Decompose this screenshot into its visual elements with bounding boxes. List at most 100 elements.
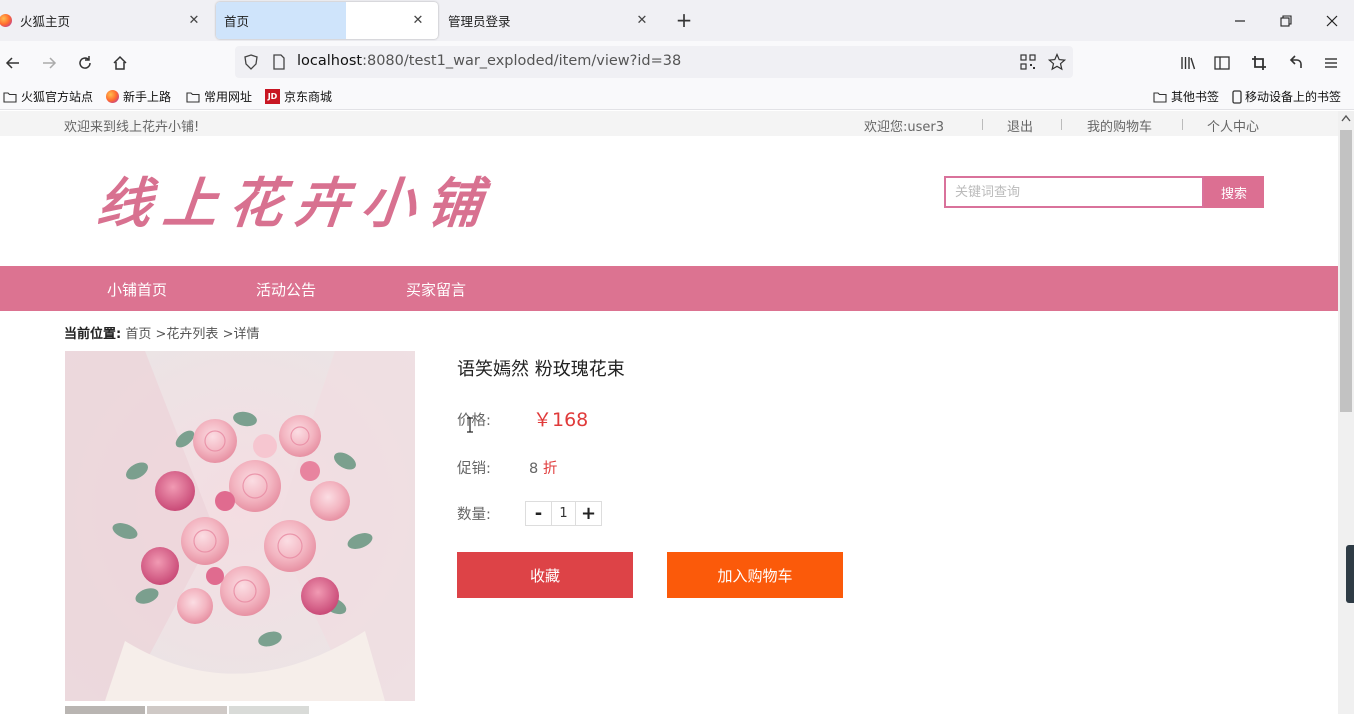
user-greeting: 欢迎您:user3 [864, 120, 945, 135]
menu-icon[interactable] [1320, 52, 1342, 74]
search-button[interactable]: 搜索 [1204, 176, 1264, 208]
breadcrumb-separator: > [155, 327, 167, 342]
product-name: 语笑嫣然 粉玫瑰花束 [457, 359, 625, 380]
bookmark-label: 移动设备上的书签 [1245, 90, 1342, 104]
menu-item-announcements[interactable]: 活动公告 [256, 279, 316, 300]
thumbnail[interactable] [65, 706, 145, 714]
breadcrumb-home[interactable]: 首页 [125, 327, 151, 342]
add-to-cart-button[interactable]: 加入购物车 [667, 552, 843, 598]
star-icon[interactable] [1048, 53, 1066, 71]
bookmark-jd-mall[interactable]: JD 京东商城 [265, 88, 332, 105]
mobile-device-icon [1232, 89, 1242, 104]
quantity-increase-button[interactable]: + [576, 502, 601, 525]
promo-number: 8 [529, 461, 539, 477]
quantity-stepper: - 1 + [525, 501, 602, 526]
tab-title: 首页 [224, 14, 250, 29]
url-text[interactable]: localhost:8080/test1_war_exploded/item/v… [297, 53, 681, 69]
bookmark-label: 其他书签 [1171, 90, 1220, 104]
menu-item-messages[interactable]: 买家留言 [406, 279, 466, 300]
tab-home-active[interactable]: 首页 ✕ [216, 2, 438, 39]
shield-icon[interactable] [243, 54, 259, 70]
menu-item-home[interactable]: 小铺首页 [107, 279, 167, 300]
minimize-button[interactable] [1217, 0, 1263, 41]
close-icon[interactable]: ✕ [408, 10, 428, 30]
scrollbar-thumb[interactable] [1340, 130, 1352, 412]
main-menu: 小铺首页 活动公告 买家留言 [0, 266, 1338, 311]
breadcrumb-list[interactable]: 花卉列表 [166, 327, 218, 342]
reload-icon [79, 56, 91, 69]
reload-button[interactable] [74, 52, 96, 74]
firefox-icon [106, 90, 119, 103]
logout-link[interactable]: 退出 [1007, 116, 1033, 135]
bookmark-getting-started[interactable]: 新手上路 [106, 88, 171, 105]
search-box[interactable] [944, 176, 1204, 208]
site-logo[interactable]: 线上花卉小铺 [94, 159, 498, 238]
bookmark-mobile[interactable]: 移动设备上的书签 [1232, 88, 1341, 105]
welcome-text: 欢迎来到线上花卉小铺! [64, 120, 200, 135]
bookmark-common-sites[interactable]: 常用网址 [186, 88, 252, 105]
quantity-decrease-button[interactable]: - [526, 502, 551, 525]
browser-tab-bar: 火狐主页 ✕ 首页 ✕ 管理员登录 ✕ + [0, 0, 1354, 41]
divider [1061, 119, 1062, 130]
library-icon[interactable] [1177, 52, 1199, 74]
side-panel-handle[interactable] [1346, 545, 1354, 603]
firefox-icon [0, 14, 12, 27]
close-icon [1326, 15, 1338, 26]
text-cursor-icon [466, 417, 474, 433]
tab-title: 火狐主页 [20, 14, 71, 29]
back-button[interactable] [2, 52, 24, 74]
tab-admin-login[interactable]: 管理员登录 ✕ [440, 2, 662, 39]
tab-firefox-home[interactable]: 火狐主页 ✕ [0, 2, 214, 39]
url-bar[interactable]: localhost:8080/test1_war_exploded/item/v… [235, 46, 1073, 78]
home-button[interactable] [109, 52, 131, 74]
crop-icon[interactable] [1248, 52, 1270, 74]
folder-icon [1153, 91, 1167, 103]
close-icon[interactable]: ✕ [632, 10, 652, 30]
breadcrumb-detail: 详情 [233, 327, 260, 342]
divider [1182, 119, 1183, 130]
chevron-up-icon[interactable] [1341, 114, 1351, 122]
tab-title: 管理员登录 [448, 14, 511, 29]
bookmark-label: 新手上路 [123, 90, 172, 104]
user-center-link[interactable]: 个人中心 [1207, 116, 1259, 135]
bookmark-firefox-site[interactable]: 火狐官方站点 [3, 88, 93, 105]
sidebar-icon[interactable] [1211, 52, 1233, 74]
browser-nav-bar: localhost:8080/test1_war_exploded/item/v… [0, 41, 1354, 83]
folder-icon [3, 91, 17, 103]
promo-value: 8 折 [529, 457, 557, 478]
jd-icon: JD [265, 89, 280, 104]
home-icon [113, 55, 127, 70]
thumbnail[interactable] [147, 706, 227, 714]
restore-button[interactable] [1263, 0, 1309, 41]
minimize-icon [1235, 19, 1245, 22]
bookmark-label: 京东商城 [284, 90, 333, 104]
web-page: 欢迎来到线上花卉小铺! 欢迎您:user3 退出 我的购物车 个人中心 线上花卉… [0, 111, 1338, 714]
close-icon[interactable]: ✕ [184, 10, 204, 30]
thumbnail[interactable] [229, 706, 309, 714]
page-icon[interactable] [272, 54, 286, 70]
favorite-button[interactable]: 收藏 [457, 552, 633, 598]
breadcrumb-separator: > [222, 327, 234, 342]
undo-icon[interactable] [1284, 52, 1306, 74]
forward-button[interactable] [38, 52, 60, 74]
promo-label: 促销: [457, 461, 491, 477]
quantity-value[interactable]: 1 [551, 502, 576, 525]
breadcrumb: 当前位置: 首页 >花卉列表 >详情 [64, 323, 259, 342]
search-input[interactable] [946, 178, 1202, 206]
folder-icon [186, 91, 200, 103]
breadcrumb-label: 当前位置: [64, 327, 122, 342]
thumbnail-strip [65, 706, 315, 714]
url-path: :8080/test1_war_exploded/item/view?id=38 [362, 53, 682, 69]
my-cart-link[interactable]: 我的购物车 [1087, 116, 1152, 135]
close-window-button[interactable] [1309, 0, 1354, 41]
qr-code-icon[interactable] [1020, 54, 1036, 70]
url-host: localhost [297, 53, 363, 69]
divider [982, 119, 983, 130]
new-tab-button[interactable]: + [672, 8, 696, 32]
bookmark-label: 火狐官方站点 [21, 90, 94, 104]
bookmark-other[interactable]: 其他书签 [1153, 88, 1219, 105]
bookmark-label: 常用网址 [204, 90, 253, 104]
product-image [65, 351, 415, 701]
site-top-strip: 欢迎来到线上花卉小铺! 欢迎您:user3 退出 我的购物车 个人中心 [0, 111, 1338, 136]
bookmarks-bar: 火狐官方站点 新手上路 常用网址 JD 京东商城 其他书签 移动设备上的书签 [0, 83, 1354, 110]
